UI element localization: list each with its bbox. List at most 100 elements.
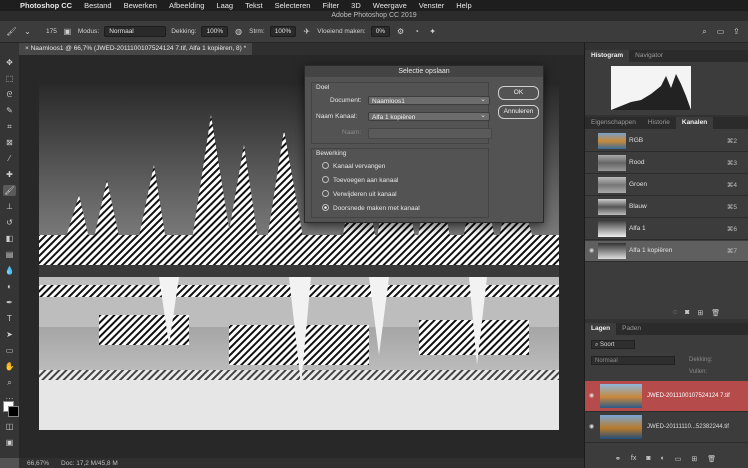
radio-verwijderen[interactable]: Verwijderen uit kanaal (322, 190, 397, 198)
mode-select[interactable]: Normaal (104, 26, 167, 37)
menu-item[interactable]: Venster (419, 1, 444, 10)
brush-icon[interactable]: 🖌 (6, 26, 17, 37)
pressure-opacity-icon[interactable]: ◍ (233, 26, 244, 37)
history-brush-tool-icon[interactable]: ↺ (3, 217, 16, 228)
blend-mode-select[interactable]: Normaal (591, 356, 675, 365)
ok-button[interactable]: OK (498, 86, 539, 100)
channel-thumbnail (598, 199, 626, 215)
symmetry-icon[interactable]: ✦ (427, 26, 438, 37)
channel-name: Rood (629, 159, 645, 166)
trash-icon[interactable]: 🗑 (711, 309, 720, 317)
gradient-tool-icon[interactable]: ▤ (3, 249, 16, 260)
chevron-down-icon[interactable]: ⌄ (22, 26, 33, 37)
eye-icon[interactable]: ◉ (589, 392, 594, 399)
menu-item[interactable]: Filter (322, 1, 339, 10)
folder-icon[interactable]: ▭ (675, 455, 682, 463)
menu-item[interactable]: Laag (216, 1, 233, 10)
channel-row[interactable]: Alfa 1 ⌘6 (585, 219, 748, 240)
document-tab[interactable]: × Naamloos1 @ 66,7% (JWED-20111001075241… (19, 43, 253, 55)
eye-icon[interactable]: ◉ (589, 247, 594, 254)
dodge-tool-icon[interactable]: ◐ (3, 281, 16, 292)
path-select-tool-icon[interactable]: ➤ (3, 329, 16, 340)
tab-channels[interactable]: Kanalen (675, 117, 714, 129)
tab-histogram[interactable]: Histogram (585, 50, 630, 62)
channel-row[interactable]: RGB ⌘2 (585, 131, 748, 152)
tab-paths[interactable]: Paden (616, 323, 647, 335)
document-select[interactable]: Naamloos1 (368, 95, 490, 105)
link-icon[interactable]: ⚭ (615, 455, 621, 463)
shape-tool-icon[interactable]: ▭ (3, 345, 16, 356)
pen-tool-icon[interactable]: ✒ (3, 297, 16, 308)
trash-icon[interactable]: 🗑 (707, 455, 716, 463)
healing-tool-icon[interactable]: ✚ (3, 169, 16, 180)
menu-item[interactable]: Help (456, 1, 471, 10)
airbrush-icon[interactable]: ✈ (301, 26, 312, 37)
search-icon[interactable]: ⌕ (699, 26, 710, 37)
layer-filter-select[interactable]: ⌕ Soort (591, 340, 635, 349)
gear-icon[interactable]: ⚙ (395, 26, 406, 37)
tab-navigator[interactable]: Navigator (629, 50, 669, 62)
marquee-tool-icon[interactable]: ⬚ (3, 73, 16, 84)
load-selection-icon[interactable]: ◌ (673, 309, 677, 317)
histogram-graph (611, 66, 691, 110)
brush-settings-icon[interactable]: ▣ (62, 26, 73, 37)
screen-mode-icon[interactable]: ▣ (3, 437, 16, 448)
blur-tool-icon[interactable]: 💧 (3, 265, 16, 276)
channel-row[interactable]: Rood ⌘3 (585, 153, 748, 174)
channel-row[interactable]: Groen ⌘4 (585, 175, 748, 196)
crop-tool-icon[interactable]: ⌗ (3, 121, 16, 132)
menu-item[interactable]: Afbeelding (169, 1, 204, 10)
layer-row-selected[interactable]: ◉ JWED-2011100107524124 7.tif (585, 381, 748, 412)
menu-item[interactable]: 3D (351, 1, 361, 10)
lasso-tool-icon[interactable]: ᘓ (3, 89, 16, 100)
mask-icon[interactable]: ◙ (646, 455, 650, 463)
opacity-field[interactable]: 100% (201, 26, 229, 37)
menu-item[interactable]: Bestand (84, 1, 112, 10)
eye-icon[interactable]: ◉ (589, 423, 594, 430)
brush-tool-icon[interactable]: 🖌 (3, 185, 16, 196)
move-tool-icon[interactable]: ✥ (3, 57, 16, 68)
stamp-tool-icon[interactable]: ⊥ (3, 201, 16, 212)
quick-select-tool-icon[interactable]: ✎ (3, 105, 16, 116)
radio-kanaal-vervangen[interactable]: Kanaal vervangen (322, 162, 385, 170)
histogram-panel (585, 62, 748, 115)
new-layer-icon[interactable]: ⊞ (691, 455, 697, 463)
type-tool-icon[interactable]: T (3, 313, 16, 324)
tab-properties[interactable]: Eigenschappen (585, 117, 642, 129)
zoom-level[interactable]: 66,67% (27, 460, 49, 467)
eraser-tool-icon[interactable]: ◧ (3, 233, 16, 244)
smoothing-field[interactable]: 0% (370, 26, 391, 37)
quick-mask-icon[interactable]: ◫ (3, 421, 16, 432)
frame-tool-icon[interactable]: ⊠ (3, 137, 16, 148)
share-icon[interactable]: ⇪ (731, 26, 742, 37)
menu-item[interactable]: Tekst (245, 1, 263, 10)
radio-doorsnede[interactable]: Doorsnede maken met kanaal (322, 204, 420, 212)
menu-item[interactable]: Bewerken (124, 1, 157, 10)
radio-circle-icon (322, 190, 329, 197)
zoom-tool-icon[interactable]: ⌕ (3, 377, 16, 388)
radio-toevoegen[interactable]: Toevoegen aan kanaal (322, 176, 398, 184)
hand-tool-icon[interactable]: ✋ (3, 361, 16, 372)
tab-layers[interactable]: Lagen (585, 323, 617, 335)
menu-item[interactable]: Selecteren (275, 1, 311, 10)
brush-size[interactable]: 175 (46, 28, 57, 35)
name-field[interactable] (368, 128, 492, 139)
doc-size[interactable]: Doc: 17,2 M/45,8 M (61, 460, 118, 467)
angle-icon[interactable]: ◔ (411, 26, 422, 37)
fx-icon[interactable]: fx (631, 455, 636, 463)
adjustment-icon[interactable]: ◐ (661, 455, 665, 463)
cancel-button[interactable]: Annuleren (498, 105, 539, 119)
background-color-swatch[interactable] (8, 406, 19, 417)
flow-field[interactable]: 100% (269, 26, 297, 37)
tab-history[interactable]: Historie (642, 117, 676, 129)
menu-app[interactable]: Photoshop CC (20, 1, 72, 10)
menu-item[interactable]: Weergave (373, 1, 407, 10)
layer-row[interactable]: ◉ JWED-20111110...52382244.tif (585, 412, 748, 443)
new-channel-icon[interactable]: ⊞ (697, 309, 703, 317)
save-selection-icon[interactable]: ◙ (685, 309, 689, 317)
eyedropper-tool-icon[interactable]: ⁄ (3, 153, 16, 164)
workspace-icon[interactable]: ▭ (715, 26, 726, 37)
channel-row[interactable]: Blauw ⌘5 (585, 197, 748, 218)
channel-row-selected[interactable]: ◉ Alfa 1 kopiëren ⌘7 (585, 241, 748, 262)
channel-select[interactable]: Alfa 1 kopiëren (368, 111, 490, 121)
